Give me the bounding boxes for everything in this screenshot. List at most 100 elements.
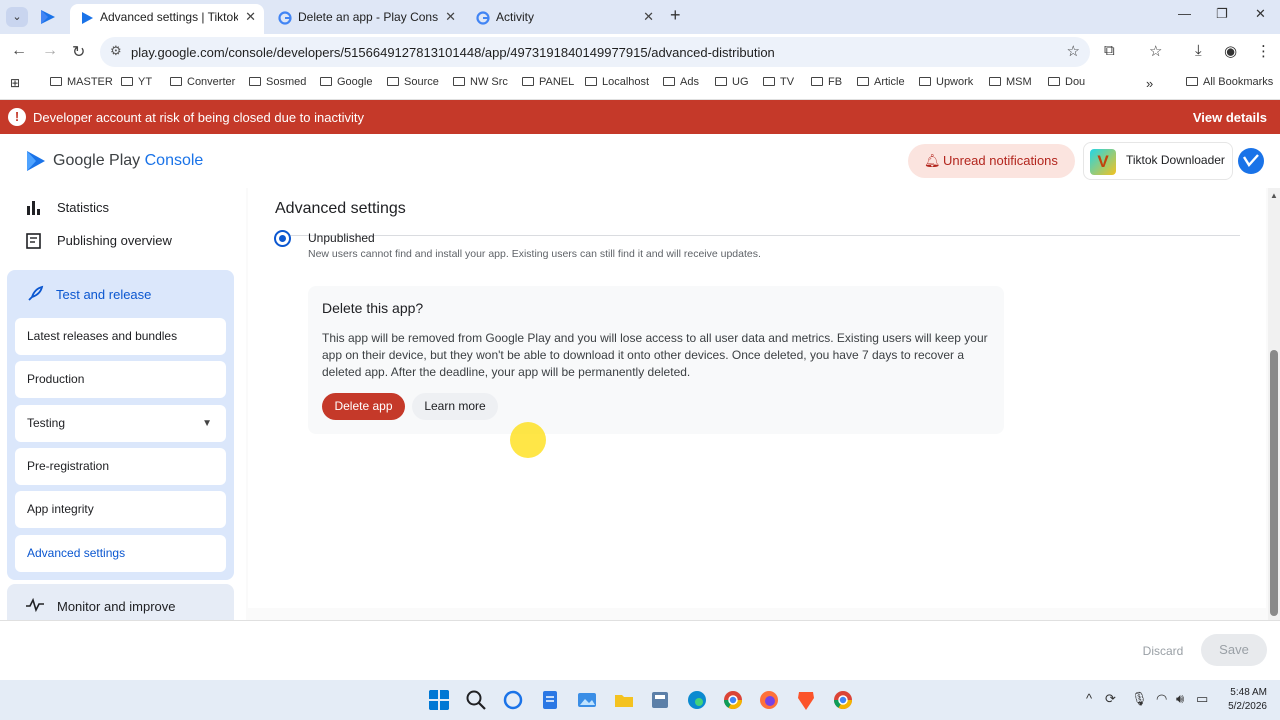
bookmark-folder[interactable]: Ads (663, 76, 699, 88)
sidebar-item-statistics[interactable]: Statistics (26, 200, 226, 218)
bookmark-folder[interactable]: YT (121, 76, 152, 88)
bookmark-folder[interactable]: Article (857, 76, 905, 88)
close-window-icon[interactable]: ✕ (1255, 6, 1266, 22)
calculator-app-icon[interactable] (649, 689, 671, 711)
bookmark-folder[interactable]: UG (715, 76, 749, 88)
forward-icon[interactable]: → (42, 42, 58, 60)
edge-icon[interactable] (686, 689, 708, 711)
tab-search-button[interactable]: ⌄ (6, 7, 28, 27)
photos-icon[interactable] (576, 689, 598, 711)
bookmark-folder[interactable]: Source (387, 76, 439, 88)
copilot-icon[interactable] (502, 689, 524, 711)
sidebar-item-advanced-settings[interactable]: Advanced settings (15, 535, 226, 572)
unpublished-radio[interactable] (274, 230, 291, 247)
bookmark-label: Source (404, 76, 439, 88)
profile-icon[interactable]: ◉ (1224, 42, 1237, 60)
google-play-console-logo[interactable]: Google Play Console (25, 150, 203, 172)
bookmark-folder[interactable]: Sosmed (249, 76, 306, 88)
address-bar[interactable]: ⚙ play.google.com/console/developers/515… (100, 37, 1090, 67)
delete-app-button[interactable]: Delete app (322, 393, 405, 420)
restore-icon[interactable]: ❐ (1216, 6, 1228, 22)
back-icon[interactable]: ← (11, 42, 27, 60)
sidebar-item-app-integrity[interactable]: App integrity (15, 491, 226, 528)
sidebar-item-test-and-release[interactable]: Test and release (26, 285, 151, 306)
bookmark-folder[interactable]: MSM (989, 76, 1032, 88)
wifi-icon[interactable]: ◠ (1156, 691, 1167, 707)
extensions-icon[interactable]: ⧉ (1104, 42, 1115, 59)
close-tab-icon[interactable]: ✕ (245, 4, 256, 30)
folder-icon (663, 77, 675, 86)
windows-start-icon[interactable] (428, 689, 450, 711)
bookmark-folder[interactable]: PANEL (522, 76, 574, 88)
show-hidden-icons-chevron-icon[interactable]: ^ (1086, 691, 1092, 706)
chevron-down-icon[interactable]: ▼ (202, 405, 212, 442)
close-tab-icon[interactable]: ✕ (643, 4, 654, 30)
folder-icon (763, 77, 775, 86)
bookmark-folder[interactable]: Localhost (585, 76, 649, 88)
bookmark-label: MSM (1006, 76, 1032, 88)
search-icon[interactable] (465, 689, 487, 711)
bookmark-folder[interactable]: Dou (1048, 76, 1085, 88)
chrome-active-icon[interactable] (832, 689, 854, 711)
page-scrollbar[interactable]: ▲ (1268, 188, 1280, 620)
taskbar-clock[interactable]: 5:48 AM 5/2/2026 (1215, 686, 1267, 714)
discard-button[interactable]: Discard (1130, 639, 1196, 663)
learn-more-button[interactable]: Learn more (412, 393, 498, 420)
scrollbar-thumb[interactable] (1270, 350, 1278, 616)
menu-icon[interactable]: ⋮ (1256, 42, 1271, 60)
tab-delete-app-help[interactable]: Delete an app - Play Console H ✕ (268, 4, 464, 34)
bookmark-folder[interactable]: MASTER (50, 76, 113, 88)
sync-icon[interactable]: ⟳ (1105, 691, 1116, 707)
more-bookmarks-icon[interactable]: » (1146, 76, 1153, 91)
battery-icon[interactable]: ▭ (1196, 691, 1208, 707)
bookmark-folder[interactable]: TV (763, 76, 794, 88)
sidebar-item-pre-registration[interactable]: Pre-registration (15, 448, 226, 485)
bookmark-folder[interactable]: NW Src (453, 76, 508, 88)
apps-grid-icon[interactable]: ⊞ (10, 76, 20, 90)
site-info-icon[interactable]: ⚙ (110, 43, 122, 59)
microphone-icon[interactable]: 🎙︎ (1131, 691, 1148, 707)
sidebar-item-latest-releases[interactable]: Latest releases and bundles (15, 318, 226, 355)
google-icon (278, 11, 292, 25)
bookmark-folder[interactable]: Converter (170, 76, 235, 88)
sidebar-item-publishing-overview[interactable]: Publishing overview (26, 233, 226, 251)
new-tab-icon[interactable]: + (670, 5, 681, 26)
save-button[interactable]: Save (1201, 634, 1267, 666)
close-tab-icon[interactable]: ✕ (445, 4, 456, 30)
delete-app-title: Delete this app? (322, 300, 424, 316)
sidebar-item-monitor-and-improve[interactable]: Monitor and improve (7, 584, 234, 620)
download-icon[interactable]: ⤓ (1195, 42, 1202, 59)
brave-icon[interactable] (795, 689, 817, 711)
sidebar-item-label: Monitor and improve (57, 599, 176, 614)
folder-icon (715, 77, 727, 86)
bookmarks-icon[interactable]: ☆ (1149, 42, 1162, 60)
tab-title: Delete an app - Play Console H (298, 10, 438, 24)
chrome-icon[interactable] (722, 689, 744, 711)
scroll-up-arrow-icon[interactable]: ▲ (1270, 191, 1278, 200)
play-console-pinned-tab-icon[interactable] (38, 8, 58, 26)
folder-icon (919, 77, 931, 86)
sidebar-item-label: Production (27, 372, 85, 386)
account-avatar[interactable] (1238, 148, 1264, 174)
unread-notifications-button[interactable]: 🔔︎ Unread notifications (908, 144, 1075, 178)
tab-advanced-settings[interactable]: Advanced settings | Tiktok Dow ✕ (70, 4, 264, 34)
bookmark-folder[interactable]: FB (811, 76, 842, 88)
minimize-icon[interactable]: — (1178, 6, 1191, 21)
sidebar-item-testing[interactable]: Testing ▼ (15, 405, 226, 442)
unpublished-label: Unpublished (308, 231, 375, 245)
tab-activity[interactable]: Activity ✕ (466, 4, 662, 34)
view-details-link[interactable]: View details (1193, 110, 1267, 125)
url-text[interactable]: play.google.com/console/developers/51566… (131, 45, 775, 60)
bookmark-folder[interactable]: Upwork (919, 76, 973, 88)
firefox-icon[interactable] (758, 689, 780, 711)
volume-icon[interactable]: 🔊︎ (1176, 691, 1184, 707)
notepad-icon[interactable] (539, 689, 561, 711)
reload-icon[interactable]: ↻ (72, 42, 85, 62)
bookmark-star-icon[interactable]: ☆ (1067, 42, 1080, 60)
all-bookmarks-folder[interactable]: All Bookmarks (1186, 76, 1273, 88)
file-explorer-icon[interactable] (613, 689, 635, 711)
sidebar-item-label: Advanced settings (27, 546, 126, 560)
bookmark-folder[interactable]: Google (320, 76, 372, 88)
app-selector[interactable]: V Tiktok Downloader (1083, 142, 1233, 180)
sidebar-item-production[interactable]: Production (15, 361, 226, 398)
